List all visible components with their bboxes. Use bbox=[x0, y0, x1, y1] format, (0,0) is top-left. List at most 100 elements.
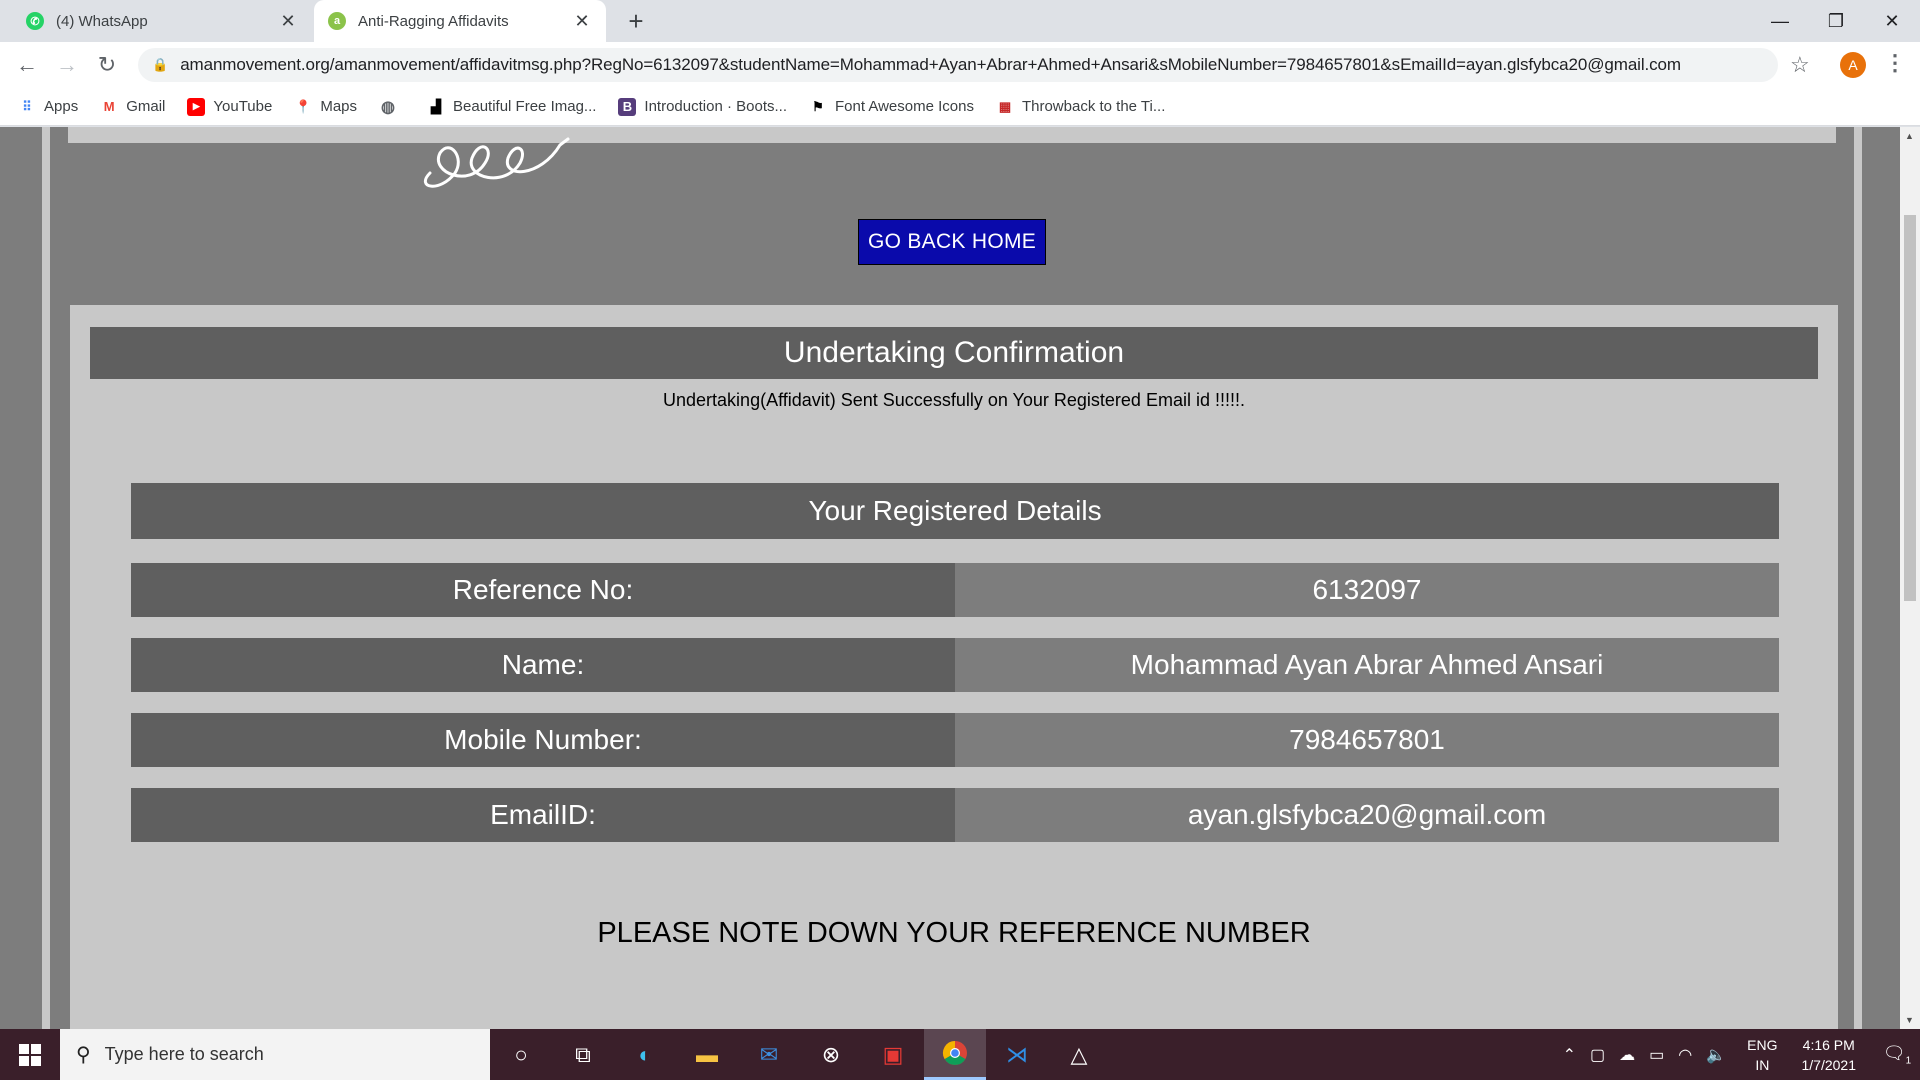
region-code: IN bbox=[1755, 1056, 1770, 1073]
tab-anti-ragging[interactable]: a Anti-Ragging Affidavits ✕ bbox=[314, 0, 606, 42]
signature-image bbox=[423, 137, 570, 188]
store-app-icon[interactable]: ▣ bbox=[862, 1029, 924, 1080]
restore-button[interactable]: ❐ bbox=[1808, 0, 1864, 42]
tab-title: Anti-Ragging Affidavits bbox=[358, 12, 509, 30]
clock[interactable]: 4:16 PM 1/7/2021 bbox=[1802, 1035, 1857, 1075]
notification-center-icon[interactable]: 🗨1 bbox=[1874, 1043, 1920, 1067]
lock-icon[interactable]: 🔒 bbox=[152, 57, 168, 73]
wifi-icon[interactable]: ◠ bbox=[1678, 1045, 1692, 1065]
throwback-icon: ▦ bbox=[998, 98, 1012, 114]
detail-row-mobile: Mobile Number: 7984657801 bbox=[131, 713, 1779, 767]
cortana-icon[interactable]: ○ bbox=[490, 1029, 552, 1080]
bookmark-label: Introduction · Boots... bbox=[644, 98, 787, 115]
bookmark-unsplash[interactable]: ▟ Beautiful Free Imag... bbox=[427, 98, 596, 116]
bookmark-bootstrap[interactable]: B Introduction · Boots... bbox=[618, 97, 787, 116]
youtube-icon: ▶ bbox=[187, 97, 206, 116]
page-scrollbar[interactable]: ▲ ▼ bbox=[1900, 127, 1920, 1029]
bootstrap-icon: B bbox=[618, 97, 637, 116]
reference-note: PLEASE NOTE DOWN YOUR REFERENCE NUMBER bbox=[597, 917, 1311, 949]
bookmark-maps[interactable]: 📍 Maps bbox=[294, 98, 357, 116]
detail-value: ayan.glsfybca20@gmail.com bbox=[955, 788, 1779, 842]
chrome-icon[interactable] bbox=[924, 1029, 986, 1080]
bookmark-label: Throwback to the Ti... bbox=[1021, 98, 1166, 115]
edge-icon[interactable]: ◐ bbox=[614, 1029, 676, 1080]
address-bar[interactable]: 🔒 amanmovement.org/amanmovement/affidavi… bbox=[138, 48, 1778, 82]
unsplash-icon: ▟ bbox=[431, 98, 442, 114]
clock-date: 1/7/2021 bbox=[1801, 1056, 1857, 1073]
bookmark-globe[interactable]: ◍ bbox=[379, 98, 405, 116]
apps-grid-icon: ⠿ bbox=[22, 98, 32, 114]
bookmark-gmail[interactable]: M Gmail bbox=[100, 98, 166, 116]
bookmark-label: YouTube bbox=[213, 98, 273, 115]
reload-icon[interactable]: ↻ bbox=[92, 50, 122, 80]
bookmark-label: Font Awesome Icons bbox=[835, 98, 974, 115]
bookmark-throwback[interactable]: ▦ Throwback to the Ti... bbox=[996, 98, 1166, 116]
tab-whatsapp[interactable]: ✆ (4) WhatsApp ✕ bbox=[12, 0, 312, 42]
bookmark-youtube[interactable]: ▶ YouTube bbox=[187, 97, 273, 116]
task-view-icon[interactable]: ⧉ bbox=[552, 1029, 614, 1080]
bookmark-fontawesome[interactable]: ⚑ Font Awesome Icons bbox=[809, 98, 974, 116]
gmail-icon: M bbox=[103, 99, 115, 114]
detail-label: Name: bbox=[131, 638, 955, 692]
card-title: Undertaking Confirmation bbox=[90, 327, 1818, 379]
device-icon[interactable]: ▢ bbox=[1590, 1045, 1605, 1065]
close-window-button[interactable]: ✕ bbox=[1864, 0, 1920, 42]
success-message: Undertaking(Affidavit) Sent Successfully… bbox=[663, 390, 1245, 410]
page-border-right bbox=[1854, 127, 1862, 1029]
tab-strip: ✆ (4) WhatsApp ✕ a Anti-Ragging Affidavi… bbox=[0, 0, 1920, 42]
vscode-icon[interactable]: ⋊ bbox=[986, 1029, 1048, 1080]
whatsapp-icon: ✆ bbox=[26, 12, 44, 30]
details-title: Your Registered Details bbox=[131, 483, 1779, 539]
minimize-button[interactable]: — bbox=[1752, 0, 1808, 42]
go-back-home-button[interactable]: GO BACK HOME bbox=[858, 219, 1046, 265]
windows-logo-icon bbox=[19, 1043, 41, 1066]
chevron-up-icon[interactable]: ⌃ bbox=[1563, 1045, 1576, 1065]
more-menu-icon[interactable]: ⋮ bbox=[1884, 50, 1906, 76]
tab-title: (4) WhatsApp bbox=[56, 12, 148, 30]
fontawesome-icon: ⚑ bbox=[812, 98, 824, 114]
bookmark-label: Beautiful Free Imag... bbox=[453, 98, 597, 115]
scroll-up-icon[interactable]: ▲ bbox=[1905, 131, 1914, 141]
affidavit-panel-bottom-edge bbox=[68, 127, 1836, 143]
new-tab-button[interactable]: + bbox=[622, 6, 650, 37]
detail-row-reference: Reference No: 6132097 bbox=[131, 563, 1779, 617]
detail-label: Reference No: bbox=[131, 563, 955, 617]
search-placeholder: Type here to search bbox=[104, 1044, 264, 1064]
detail-value: 7984657801 bbox=[955, 713, 1779, 767]
taskbar-search-box[interactable]: ⚲ Type here to search bbox=[60, 1029, 490, 1080]
bookmark-star-icon[interactable]: ☆ bbox=[1790, 52, 1810, 78]
bookmark-label: Maps bbox=[320, 98, 358, 115]
start-button[interactable] bbox=[0, 1029, 60, 1080]
file-explorer-icon[interactable]: ▬ bbox=[676, 1029, 738, 1080]
close-tab-icon[interactable]: ✕ bbox=[278, 11, 298, 32]
undertaking-card: Undertaking Confirmation Undertaking(Aff… bbox=[70, 305, 1838, 1029]
search-icon: ⚲ bbox=[76, 1044, 91, 1066]
scrollbar-thumb[interactable] bbox=[1904, 215, 1916, 601]
battery-icon[interactable]: ▭ bbox=[1649, 1045, 1664, 1065]
language-indicator[interactable]: ENG IN bbox=[1747, 1035, 1777, 1075]
scroll-down-icon[interactable]: ▼ bbox=[1905, 1015, 1914, 1025]
page-viewport: GO BACK HOME Undertaking Confirmation Un… bbox=[0, 127, 1920, 1029]
detail-value: 6132097 bbox=[955, 563, 1779, 617]
globe-icon: ◍ bbox=[381, 98, 395, 116]
site-icon: a bbox=[328, 12, 346, 30]
detail-row-name: Name: Mohammad Ayan Abrar Ahmed Ansari bbox=[131, 638, 1779, 692]
mail-icon[interactable]: ✉ bbox=[738, 1029, 800, 1080]
detail-value: Mohammad Ayan Abrar Ahmed Ansari bbox=[955, 638, 1779, 692]
xbox-icon[interactable]: ⊗ bbox=[800, 1029, 862, 1080]
bookmark-label: Gmail bbox=[126, 98, 166, 115]
profile-avatar[interactable]: A bbox=[1840, 52, 1866, 78]
onedrive-icon[interactable]: ☁ bbox=[1619, 1045, 1635, 1065]
bookmark-label: Apps bbox=[44, 98, 79, 115]
forward-icon[interactable]: → bbox=[52, 50, 82, 80]
volume-icon[interactable]: 🔈 bbox=[1706, 1045, 1726, 1065]
back-icon[interactable]: ← bbox=[12, 50, 42, 80]
close-tab-icon[interactable]: ✕ bbox=[572, 11, 592, 32]
bookmark-apps[interactable]: ⠿ Apps bbox=[18, 98, 78, 116]
notification-count: 1 bbox=[1905, 1055, 1912, 1067]
browser-toolbar: ← → ↻ 🔒 amanmovement.org/amanmovement/af… bbox=[0, 42, 1920, 88]
detail-row-email: EmailID: ayan.glsfybca20@gmail.com bbox=[131, 788, 1779, 842]
inkscape-icon[interactable]: △ bbox=[1048, 1029, 1110, 1080]
bookmarks-bar: ⠿ Apps M Gmail ▶ YouTube 📍 Maps ◍ ▟ Beau… bbox=[0, 88, 1920, 126]
windows-taskbar: ⚲ Type here to search ○ ⧉ ◐ ▬ ✉ ⊗ ▣ ⋊ △ … bbox=[0, 1029, 1920, 1080]
